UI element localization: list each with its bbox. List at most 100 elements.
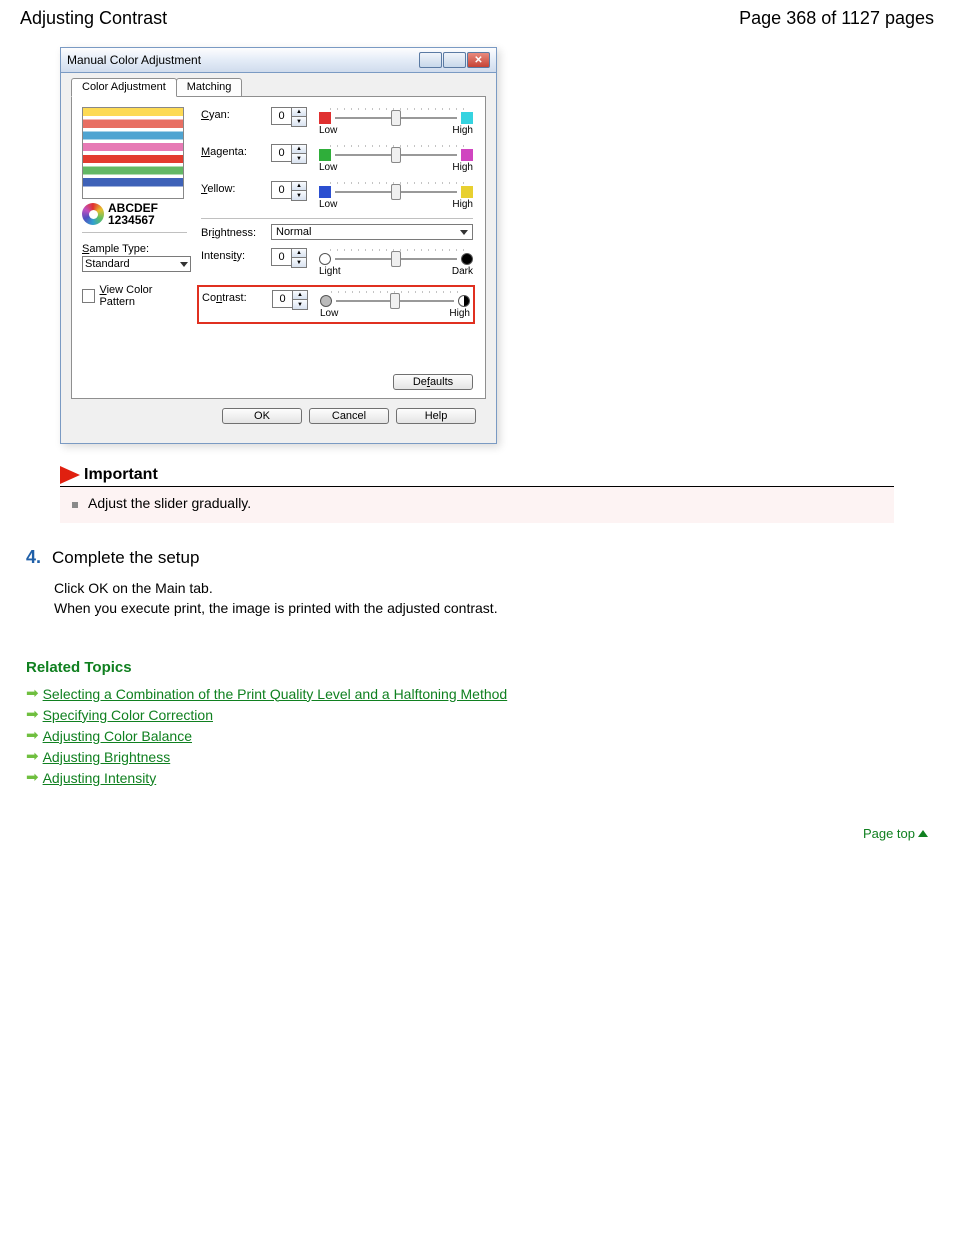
magenta-high-swatch — [461, 149, 473, 161]
magenta-thumb[interactable] — [391, 147, 401, 163]
intensity-up[interactable]: ▲ — [291, 248, 307, 258]
close-button[interactable]: ✕ — [467, 52, 490, 68]
dialog-titlebar: Manual Color Adjustment ✕ — [61, 48, 496, 73]
brightness-value: Normal — [276, 226, 311, 238]
link-arrow-icon: ➡ — [26, 686, 39, 701]
contrast-high-label: High — [449, 308, 470, 319]
up-arrow-icon — [918, 830, 928, 837]
intensity-spinner[interactable]: 0 ▲▼ — [271, 248, 307, 268]
magenta-up[interactable]: ▲ — [291, 144, 307, 154]
cyan-down[interactable]: ▼ — [291, 117, 307, 127]
intensity-down[interactable]: ▼ — [291, 258, 307, 268]
important-text: Adjust the slider gradually. — [88, 495, 251, 511]
important-note: Important Adjust the slider gradually. — [60, 466, 894, 523]
tab-color-adjustment[interactable]: Color Adjustment — [71, 78, 177, 97]
cyan-high-swatch — [461, 112, 473, 124]
sample-type-select[interactable]: Standard — [82, 256, 191, 272]
related-link[interactable]: Adjusting Color Balance — [43, 728, 192, 744]
intensity-value[interactable]: 0 — [271, 248, 291, 266]
chevron-down-icon — [460, 230, 468, 235]
page-indicator: Page 368 of 1127 pages — [739, 8, 934, 29]
important-arrow-icon — [60, 466, 80, 484]
link-arrow-icon: ➡ — [26, 749, 39, 764]
related-topics-heading: Related Topics — [26, 659, 934, 676]
yellow-label: Yellow: — [201, 181, 271, 195]
yellow-value[interactable]: 0 — [271, 181, 291, 199]
preview-image — [82, 107, 184, 199]
contrast-spinner[interactable]: 0 ▲▼ — [272, 290, 308, 310]
cyan-slider[interactable] — [319, 112, 473, 124]
help-button[interactable]: Help — [396, 408, 476, 424]
contrast-up[interactable]: ▲ — [292, 290, 308, 300]
ok-button[interactable]: OK — [222, 408, 302, 424]
intensity-light-icon — [319, 253, 331, 265]
contrast-highlight: Contrast: 0 ▲▼ — [197, 285, 475, 324]
preview-line2: 1234567 — [108, 214, 158, 226]
maximize-button[interactable] — [443, 52, 466, 68]
bullet-icon — [72, 502, 78, 508]
brightness-label: Brightness: — [201, 225, 271, 239]
link-arrow-icon: ➡ — [26, 728, 39, 743]
contrast-slider[interactable] — [320, 295, 470, 307]
step-title: Complete the setup — [52, 548, 199, 568]
cyan-spinner[interactable]: 0 ▲▼ — [271, 107, 307, 127]
related-link[interactable]: Specifying Color Correction — [43, 707, 213, 723]
cyan-high-label: High — [452, 125, 473, 136]
cyan-low-swatch — [319, 112, 331, 124]
cyan-label: Cyan: — [201, 107, 271, 121]
contrast-low-label: Low — [320, 308, 338, 319]
contrast-high-icon — [458, 295, 470, 307]
manual-color-adjustment-dialog: Manual Color Adjustment ✕ Color Adjustme… — [60, 47, 497, 444]
magenta-down[interactable]: ▼ — [291, 154, 307, 164]
yellow-high-swatch — [461, 186, 473, 198]
page-top-link[interactable]: Page top — [863, 826, 915, 841]
magenta-slider[interactable] — [319, 149, 473, 161]
yellow-down[interactable]: ▼ — [291, 191, 307, 201]
yellow-high-label: High — [452, 199, 473, 210]
link-arrow-icon: ➡ — [26, 770, 39, 785]
step-line1: Click OK on the Main tab. — [54, 578, 934, 598]
intensity-slider[interactable] — [319, 253, 473, 265]
magenta-high-label: High — [452, 162, 473, 173]
yellow-low-swatch — [319, 186, 331, 198]
cyan-low-label: Low — [319, 125, 337, 136]
dialog-title: Manual Color Adjustment — [67, 53, 201, 67]
tab-matching[interactable]: Matching — [176, 78, 243, 97]
chevron-down-icon — [180, 262, 188, 267]
yellow-thumb[interactable] — [391, 184, 401, 200]
contrast-thumb[interactable] — [390, 293, 400, 309]
magenta-spinner[interactable]: 0 ▲▼ — [271, 144, 307, 164]
view-color-pattern-label: View Color Pattern — [99, 284, 187, 308]
brightness-select[interactable]: Normal — [271, 224, 473, 240]
cyan-thumb[interactable] — [391, 110, 401, 126]
yellow-slider[interactable] — [319, 186, 473, 198]
magenta-value[interactable]: 0 — [271, 144, 291, 162]
contrast-value[interactable]: 0 — [272, 290, 292, 308]
intensity-thumb[interactable] — [391, 251, 401, 267]
cyan-value[interactable]: 0 — [271, 107, 291, 125]
yellow-spinner[interactable]: 0 ▲▼ — [271, 181, 307, 201]
step-line2: When you execute print, the image is pri… — [54, 598, 934, 618]
intensity-dark-icon — [461, 253, 473, 265]
magenta-label: Magenta: — [201, 144, 271, 158]
cancel-button[interactable]: Cancel — [309, 408, 389, 424]
defaults-button[interactable]: Defaults — [393, 374, 473, 390]
minimize-button[interactable] — [419, 52, 442, 68]
color-wheel-icon — [82, 203, 104, 225]
view-color-pattern-checkbox[interactable] — [82, 289, 95, 303]
page-title: Adjusting Contrast — [20, 8, 167, 29]
intensity-high-label: Dark — [452, 266, 473, 277]
sample-type-value: Standard — [85, 258, 130, 270]
related-link[interactable]: Adjusting Intensity — [43, 770, 157, 786]
magenta-low-label: Low — [319, 162, 337, 173]
preview-text: ABCDEF 1234567 — [82, 202, 187, 226]
related-link[interactable]: Adjusting Brightness — [43, 749, 171, 765]
yellow-up[interactable]: ▲ — [291, 181, 307, 191]
cyan-up[interactable]: ▲ — [291, 107, 307, 117]
important-heading: Important — [84, 466, 158, 484]
magenta-low-swatch — [319, 149, 331, 161]
sample-type-label: Sample Type: — [82, 243, 187, 255]
contrast-down[interactable]: ▼ — [292, 300, 308, 310]
related-link[interactable]: Selecting a Combination of the Print Qua… — [43, 686, 508, 702]
intensity-low-label: Light — [319, 266, 341, 277]
